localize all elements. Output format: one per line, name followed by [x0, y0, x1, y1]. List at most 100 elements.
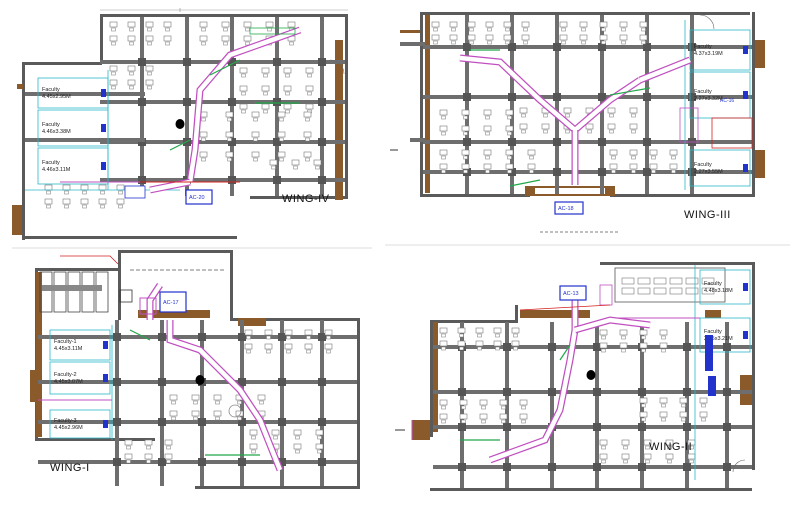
chair	[111, 41, 116, 46]
desk	[505, 109, 514, 116]
desk	[527, 149, 536, 156]
chair	[165, 41, 170, 46]
ac-indoor-unit	[103, 420, 108, 428]
desk	[239, 85, 248, 92]
wall-segment	[420, 194, 530, 197]
column-block	[553, 168, 561, 176]
chair	[469, 27, 474, 32]
wing-iv-title: WING-IV	[282, 193, 330, 205]
chair	[477, 346, 482, 351]
desk	[303, 111, 312, 118]
chair	[246, 349, 251, 354]
corridor-band	[140, 17, 144, 196]
conference-seat	[685, 277, 699, 285]
chair	[507, 115, 512, 120]
desk	[659, 397, 668, 404]
wall-segment	[118, 250, 121, 320]
ac-indoor-unit	[101, 89, 106, 97]
chair	[263, 91, 268, 96]
column-block	[273, 176, 281, 184]
desk	[243, 35, 252, 42]
corridor-band	[410, 138, 425, 142]
column-block	[553, 43, 561, 51]
chair	[661, 403, 666, 408]
wall-segment	[610, 194, 755, 197]
column-block	[458, 423, 466, 431]
desk	[116, 198, 125, 205]
leader-line	[509, 179, 541, 187]
desk	[251, 131, 260, 138]
desk	[493, 340, 502, 347]
column-block	[553, 93, 561, 101]
service-cell	[67, 271, 81, 313]
desk	[284, 329, 293, 336]
ac-unit-label: AC-17	[163, 300, 179, 306]
wall-segment	[230, 250, 233, 320]
desk	[431, 21, 440, 28]
desk	[261, 85, 270, 92]
chair	[129, 41, 134, 46]
desk	[303, 131, 312, 138]
service-cell	[53, 271, 67, 313]
chair	[661, 417, 666, 422]
chair	[147, 41, 152, 46]
desk	[669, 163, 678, 170]
chair	[561, 27, 566, 32]
desk	[287, 21, 296, 28]
desk	[80, 184, 89, 191]
desk	[639, 411, 648, 418]
column-block	[683, 423, 691, 431]
chair	[523, 40, 528, 45]
ac-indoor-unit	[743, 331, 748, 339]
floor-plan-drawing: Faculty4.45x2.95MFaculty4.46x3.38MFacult…	[12, 8, 790, 491]
desk	[511, 340, 520, 347]
desk	[277, 111, 286, 118]
chair	[111, 71, 116, 76]
desk	[439, 327, 448, 334]
chair	[147, 71, 152, 76]
chair	[126, 459, 131, 464]
desk	[475, 327, 484, 334]
column-block	[273, 98, 281, 106]
chair	[501, 419, 506, 424]
desk	[659, 329, 668, 336]
chair	[253, 117, 258, 122]
ac-indoor-unit	[103, 374, 108, 382]
chair	[46, 204, 51, 209]
room-label: Faculty	[42, 160, 60, 166]
chair	[611, 169, 616, 174]
desk	[293, 443, 302, 450]
room-area: 4.45x3.11M	[54, 346, 83, 352]
desk	[199, 131, 208, 138]
column-block	[593, 423, 601, 431]
chair	[441, 346, 446, 351]
room-label: Faculty	[42, 87, 60, 93]
desk	[249, 443, 258, 450]
chair	[201, 27, 206, 32]
desk	[109, 35, 118, 42]
room-label: Faculty	[704, 329, 722, 335]
chair	[463, 115, 468, 120]
chair	[237, 416, 242, 421]
wing-iii-plan: Faculty4.37x3.19MFaculty2.27x3.32MFacult…	[390, 12, 765, 233]
desk	[599, 21, 608, 28]
chair	[601, 459, 606, 464]
chair	[286, 349, 291, 354]
room-area: 4.37x3.19M	[694, 51, 723, 57]
chair	[279, 157, 284, 162]
desk	[199, 21, 208, 28]
chair	[273, 435, 278, 440]
chair	[463, 169, 468, 174]
chair	[701, 403, 706, 408]
floor-plan-sheet: Faculty 4.45x2.95M Faculty 4.46x3.38M Facult…	[0, 0, 800, 500]
desk	[191, 410, 200, 417]
desk	[479, 413, 488, 420]
chair	[487, 40, 492, 45]
chair	[441, 115, 446, 120]
chair	[129, 71, 134, 76]
desk	[303, 151, 312, 158]
desk	[521, 34, 530, 41]
column-block	[458, 388, 466, 396]
window-frame	[755, 150, 765, 178]
chair	[201, 157, 206, 162]
